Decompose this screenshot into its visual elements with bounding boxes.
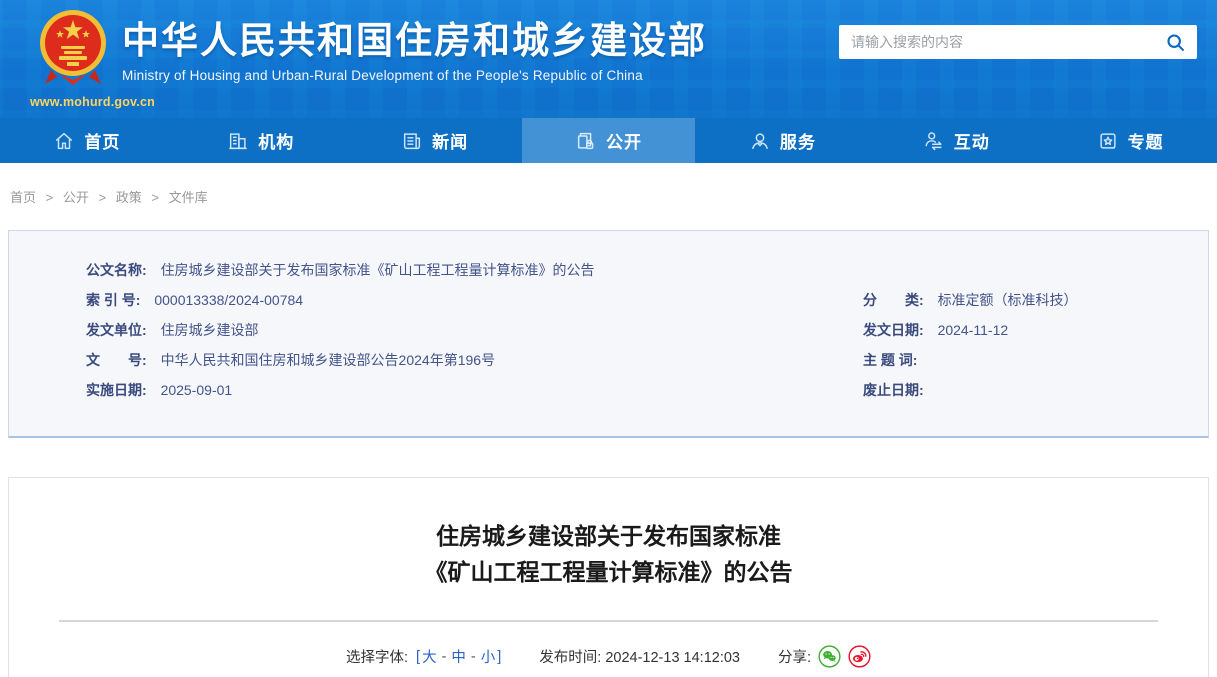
- meta-row-effective-date: 实施日期: 2025-09-01: [86, 375, 863, 405]
- nav-item-label: 互动: [953, 133, 990, 152]
- nav-item-label: 机构: [258, 133, 295, 152]
- share-label: 分享:: [778, 650, 812, 666]
- meta-row-subject-words: 主 题 词:: [863, 345, 1208, 375]
- site-url: www.mohurd.gov.cn: [30, 95, 155, 109]
- meta-label: 实施日期:: [86, 382, 147, 398]
- national-emblem: www.mohurd.gov.cn: [30, 6, 155, 109]
- site-subtitle: Ministry of Housing and Urban-Rural Deve…: [122, 68, 643, 83]
- search-box: [839, 25, 1197, 59]
- meta-label: 主 题 词:: [863, 352, 918, 368]
- breadcrumb-separator: >: [98, 190, 107, 205]
- breadcrumb-separator: >: [151, 190, 159, 205]
- share-wechat-button[interactable]: [818, 645, 841, 668]
- meta-row-doc-name: 公文名称: 住房城乡建设部关于发布国家标准《矿山工程工程量计算标准》的公告: [86, 255, 1208, 285]
- news-icon: [404, 132, 421, 149]
- breadcrumb-separator: >: [45, 190, 54, 205]
- weibo-icon: [848, 645, 871, 668]
- font-size-selector: 选择字体: [ 大 - 中 - 小 ]: [346, 646, 501, 667]
- national-emblem-icon: [39, 10, 106, 85]
- breadcrumb-item-library[interactable]: 文件库: [169, 190, 208, 205]
- font-size-small[interactable]: 小: [481, 646, 496, 667]
- nav-item-home[interactable]: 首页: [0, 118, 174, 163]
- publish-time-value: 2024-12-13 14:12:03: [605, 650, 740, 666]
- meta-label: 文 号:: [86, 352, 147, 368]
- nav-item-label: 公开: [605, 133, 642, 152]
- nav-item-organization[interactable]: 机构: [174, 118, 348, 163]
- title-divider: [59, 620, 1158, 622]
- main-nav: 首页 机构 新闻 公开 服务 互动 专题: [0, 118, 1217, 163]
- service-icon: [751, 132, 768, 149]
- site-title: 中华人民共和国住房和城乡建设部: [122, 20, 707, 61]
- meta-value: 住房城乡建设部关于发布国家标准《矿山工程工程量计算标准》的公告: [160, 262, 595, 278]
- nav-item-news[interactable]: 新闻: [348, 118, 522, 163]
- font-size-medium[interactable]: 中: [451, 646, 466, 667]
- nav-item-disclosure[interactable]: 公开: [521, 118, 696, 163]
- font-size-label: 选择字体:: [345, 650, 408, 666]
- nav-item-label: 首页: [84, 133, 121, 152]
- font-size-large[interactable]: 大: [422, 646, 437, 667]
- meta-value: 2024-11-12: [937, 322, 1009, 338]
- meta-row-repeal-date: 废止日期:: [863, 375, 1208, 405]
- breadcrumb-item-policy[interactable]: 政策: [116, 190, 142, 205]
- meta-row-issuing-unit: 发文单位: 住房城乡建设部: [86, 315, 863, 345]
- article-title: 住房城乡建设部关于发布国家标准 《矿山工程工程量计算标准》的公告: [9, 518, 1208, 590]
- meta-value: 标准定额（标准科技）: [937, 292, 1078, 308]
- meta-label: 公文名称:: [86, 262, 147, 278]
- article-title-line1: 住房城乡建设部关于发布国家标准: [436, 523, 781, 549]
- breadcrumb-item-disclosure[interactable]: 公开: [63, 190, 89, 205]
- meta-value: 住房城乡建设部: [160, 322, 259, 338]
- meta-row-doc-number: 文 号: 中华人民共和国住房和城乡建设部公告2024年第196号: [86, 345, 863, 375]
- font-bracket-close: ]: [497, 648, 502, 665]
- font-size-dash: -: [470, 648, 476, 665]
- topics-icon: [1099, 132, 1116, 149]
- site-header: www.mohurd.gov.cn 中华人民共和国住房和城乡建设部 Minist…: [0, 0, 1217, 118]
- nav-item-services[interactable]: 服务: [695, 118, 869, 163]
- meta-label: 发文单位:: [86, 322, 147, 338]
- meta-label: 废止日期:: [863, 382, 924, 398]
- publish-time-label: 发布时间:: [539, 650, 602, 666]
- search-button[interactable]: [1153, 25, 1197, 59]
- nav-item-label: 服务: [779, 133, 816, 152]
- article-title-line2: 《矿山工程工程量计算标准》的公告: [424, 559, 793, 585]
- nav-item-interaction[interactable]: 互动: [869, 118, 1043, 163]
- font-size-dash: -: [441, 648, 447, 665]
- publish-time: 发布时间: 2024-12-13 14:12:03: [539, 646, 740, 667]
- meta-row-index-number: 索 引 号: 000013338/2024-00784: [86, 285, 863, 315]
- meta-value: 000013338/2024-00784: [154, 292, 304, 308]
- meta-label: 分 类:: [863, 292, 924, 308]
- nav-item-label: 专题: [1127, 133, 1164, 152]
- breadcrumb-item-home[interactable]: 首页: [10, 190, 36, 205]
- search-icon: [1166, 33, 1184, 51]
- meta-value: 中华人民共和国住房和城乡建设部公告2024年第196号: [160, 352, 496, 368]
- meta-value: 2025-09-01: [160, 382, 233, 398]
- meta-row-category: 分 类: 标准定额（标准科技）: [863, 285, 1208, 315]
- share-weibo-button[interactable]: [848, 645, 871, 668]
- article-panel: 住房城乡建设部关于发布国家标准 《矿山工程工程量计算标准》的公告 选择字体: […: [8, 477, 1209, 677]
- disclosure-icon: [577, 132, 594, 149]
- wechat-icon: [818, 645, 841, 668]
- meta-row-issue-date: 发文日期: 2024-11-12: [863, 315, 1208, 345]
- nav-item-topics[interactable]: 专题: [1043, 118, 1217, 163]
- search-input[interactable]: [839, 34, 1153, 50]
- font-bracket-open: [: [416, 648, 421, 665]
- home-icon: [56, 132, 73, 149]
- share-group: 分享:: [778, 645, 871, 668]
- nav-item-label: 新闻: [432, 133, 469, 152]
- organization-icon: [229, 132, 247, 149]
- meta-label: 索 引 号:: [86, 292, 141, 308]
- document-metadata-panel: 公文名称: 住房城乡建设部关于发布国家标准《矿山工程工程量计算标准》的公告 索 …: [8, 230, 1209, 438]
- meta-label: 发文日期:: [863, 322, 924, 338]
- breadcrumb: 首页 > 公开 > 政策 > 文件库: [0, 163, 1217, 206]
- article-meta-row: 选择字体: [ 大 - 中 - 小 ] 发布时间: 2024-12-13 14:…: [9, 645, 1208, 668]
- interaction-icon: [925, 131, 942, 150]
